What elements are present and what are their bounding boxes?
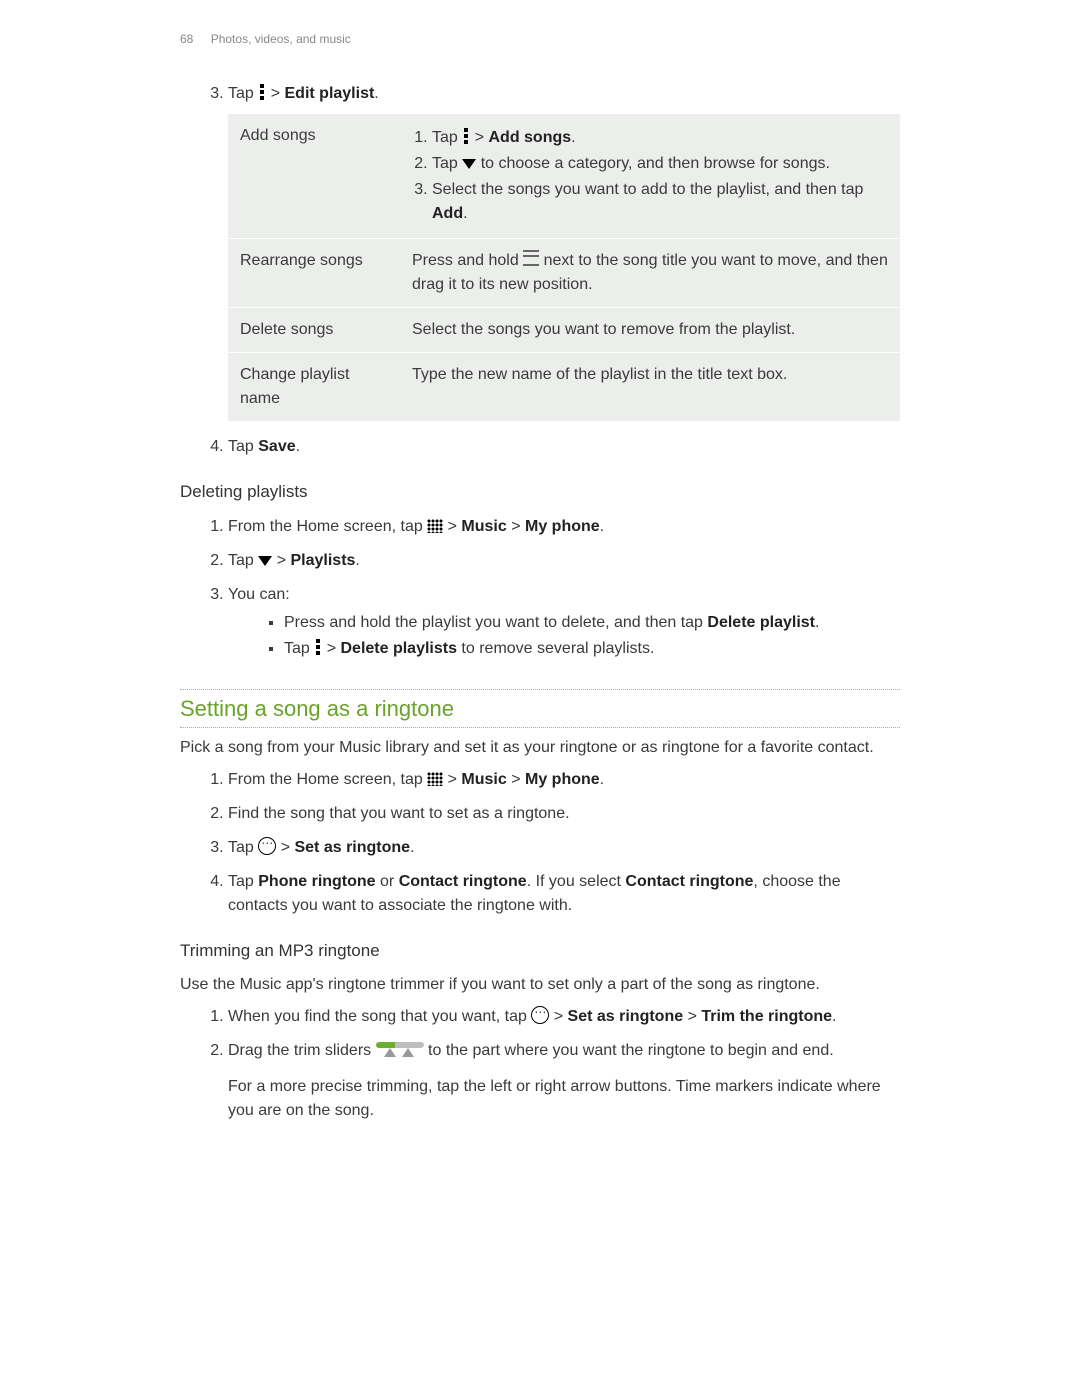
row-label: Add songs xyxy=(228,114,400,239)
context-menu-icon xyxy=(258,837,276,855)
overflow-menu-icon xyxy=(314,639,322,655)
page-header: 68 Photos, videos, and music xyxy=(180,30,900,48)
step-4: Tap Save. xyxy=(228,435,900,459)
subheading-deleting: Deleting playlists xyxy=(180,479,900,505)
row-label: Rearrange songs xyxy=(228,239,400,308)
section-heading-ringtone: Setting a song as a ringtone xyxy=(180,689,900,728)
continued-steps: Tap > Edit playlist. Add songs Tap > Add… xyxy=(180,82,900,459)
step-3: Tap > Edit playlist. Add songs Tap > Add… xyxy=(228,82,900,421)
ringtone-steps: From the Home screen, tap > Music > My p… xyxy=(180,768,900,918)
table-row: Rearrange songs Press and hold next to t… xyxy=(228,239,900,308)
ringtone-intro: Pick a song from your Music library and … xyxy=(180,736,900,760)
subheading-trimming: Trimming an MP3 ringtone xyxy=(180,938,900,964)
row-label: Change playlist name xyxy=(228,353,400,422)
table-row: Change playlist name Type the new name o… xyxy=(228,353,900,422)
dropdown-arrow-icon xyxy=(258,556,272,566)
trim-steps: When you find the song that you want, ta… xyxy=(180,1005,900,1123)
context-menu-icon xyxy=(531,1006,549,1024)
table-row: Add songs Tap > Add songs. Tap to choose… xyxy=(228,114,900,239)
page-number: 68 xyxy=(180,32,193,46)
row-label: Delete songs xyxy=(228,308,400,353)
overflow-menu-icon xyxy=(258,84,266,100)
drag-handle-icon xyxy=(523,250,539,266)
deleting-steps: From the Home screen, tap > Music > My p… xyxy=(180,515,900,661)
table-row: Delete songs Select the songs you want t… xyxy=(228,308,900,353)
dropdown-arrow-icon xyxy=(462,159,476,169)
playlist-actions-table: Add songs Tap > Add songs. Tap to choose… xyxy=(228,114,900,421)
trim-intro: Use the Music app's ringtone trimmer if … xyxy=(180,973,900,997)
trim-slider-icon xyxy=(376,1042,424,1058)
apps-grid-icon xyxy=(427,772,443,786)
overflow-menu-icon xyxy=(462,128,470,144)
header-section: Photos, videos, and music xyxy=(211,32,351,46)
apps-grid-icon xyxy=(427,519,443,533)
